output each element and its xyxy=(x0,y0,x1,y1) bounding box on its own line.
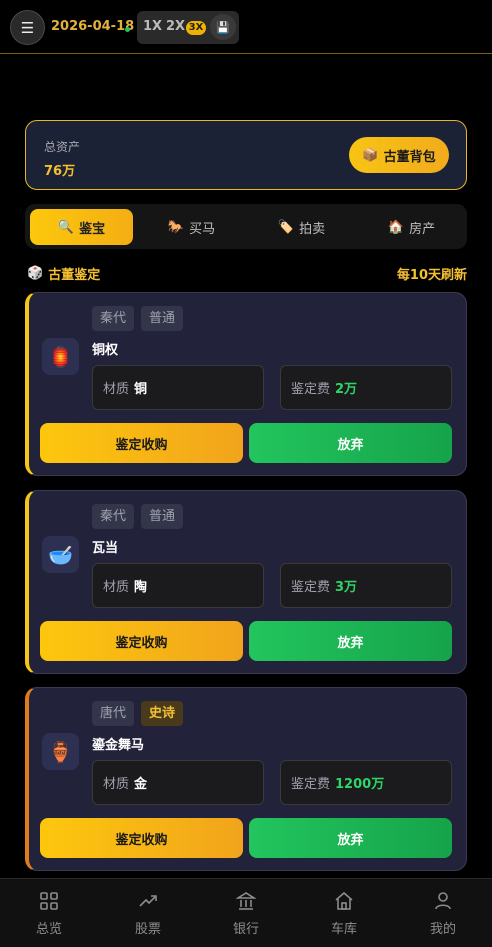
material-value: 铜 xyxy=(134,382,148,397)
save-button[interactable]: 💾 xyxy=(210,14,236,40)
nav-label: 银行 xyxy=(232,922,259,937)
nav-garage[interactable]: 车库 xyxy=(314,891,374,937)
lantern-icon: 🏮 xyxy=(48,344,73,369)
fee-field: 鉴定费 1200万 xyxy=(280,760,452,805)
speed-control: 1X 2X 3X 💾 xyxy=(137,11,239,44)
tab-label: 买马 xyxy=(189,221,216,237)
item-name: 铜权 xyxy=(92,343,119,358)
package-icon: 📦 xyxy=(362,147,379,163)
speed-2x-button[interactable]: 2X xyxy=(166,19,185,34)
fee-field: 鉴定费 2万 xyxy=(280,365,452,410)
user-icon xyxy=(435,892,451,910)
item-thumbnail: 🏺 xyxy=(42,733,79,770)
material-label: 材质 xyxy=(103,382,130,397)
material-label: 材质 xyxy=(103,777,130,792)
status-dot xyxy=(125,27,130,32)
skip-button[interactable]: 放弃 xyxy=(249,621,452,661)
trend-up-icon xyxy=(139,895,157,907)
antique-card: 🥣 秦代 普通 瓦当 材质 陶 鉴定费 3万 鉴定收购 放弃 xyxy=(25,490,467,674)
garage-icon xyxy=(335,891,353,910)
bank-icon xyxy=(236,892,256,910)
grade-tag: 普通 xyxy=(141,306,184,331)
refresh-note: 每10天刷新 xyxy=(396,268,467,283)
item-thumbnail: 🥣 xyxy=(42,536,79,573)
tab-appraisal[interactable]: 🔍 鉴宝 xyxy=(30,209,133,245)
era-tag: 秦代 xyxy=(92,504,135,529)
appraise-buy-button[interactable]: 鉴定收购 xyxy=(40,818,243,858)
skip-button[interactable]: 放弃 xyxy=(249,818,452,858)
nav-label: 我的 xyxy=(429,922,456,937)
tab-label: 鉴宝 xyxy=(79,221,106,237)
material-field: 材质 金 xyxy=(92,760,264,805)
material-field: 材质 铜 xyxy=(92,365,264,410)
tab-auction[interactable]: 🏷️ 拍卖 xyxy=(250,209,353,245)
section-title-text: 古董鉴定 xyxy=(48,268,101,283)
fee-label: 鉴定费 xyxy=(291,777,331,792)
asset-card: 总资产 76万 📦 古董背包 xyxy=(25,120,467,190)
fee-value: 3万 xyxy=(335,580,358,595)
material-label: 材质 xyxy=(103,580,130,595)
floppy-disk-icon: 💾 xyxy=(216,20,230,34)
game-date: 2026-04-18 xyxy=(51,19,135,34)
material-field: 材质 陶 xyxy=(92,563,264,608)
nav-label: 股票 xyxy=(134,922,161,937)
appraise-buy-button[interactable]: 鉴定收购 xyxy=(40,423,243,463)
fee-value: 1200万 xyxy=(335,777,385,792)
bottom-nav: 总览 股票 银行 车库 我的 xyxy=(0,878,492,947)
nav-overview[interactable]: 总览 xyxy=(19,891,79,937)
nav-profile[interactable]: 我的 xyxy=(413,891,473,937)
nav-label: 车库 xyxy=(330,922,357,937)
tab-buy-horse[interactable]: 🐎 买马 xyxy=(140,209,243,245)
appraise-buy-button[interactable]: 鉴定收购 xyxy=(40,621,243,661)
tab-label: 拍卖 xyxy=(299,221,326,237)
nav-label: 总览 xyxy=(35,922,62,937)
antique-bag-label: 古董背包 xyxy=(383,149,436,165)
fee-value: 2万 xyxy=(335,382,358,397)
section-title: 🎲 古董鉴定 xyxy=(27,264,100,283)
item-thumbnail: 🏮 xyxy=(42,338,79,375)
nav-stocks[interactable]: 股票 xyxy=(118,891,178,937)
material-value: 陶 xyxy=(134,580,148,595)
skip-button[interactable]: 放弃 xyxy=(249,423,452,463)
top-bar: ☰ 2026-04-18 1X 2X 3X 💾 xyxy=(0,0,492,54)
bowl-icon: 🥣 xyxy=(48,542,73,567)
menu-button[interactable]: ☰ xyxy=(10,10,45,45)
dice-icon: 🎲 xyxy=(27,266,44,281)
antique-card: 🏺 唐代 史诗 鎏金舞马 材质 金 鉴定费 1200万 鉴定收购 放弃 xyxy=(25,687,467,871)
grade-tag: 史诗 xyxy=(141,701,184,726)
category-tabs: 🔍 鉴宝 🐎 买马 🏷️ 拍卖 🏠 房产 xyxy=(25,204,467,249)
antique-bag-button[interactable]: 📦 古董背包 xyxy=(349,137,449,173)
amphora-icon: 🏺 xyxy=(48,739,73,764)
price-tag-icon: 🏷️ xyxy=(277,219,295,235)
grade-tag: 普通 xyxy=(141,504,184,529)
era-tag: 秦代 xyxy=(92,306,135,331)
magnifier-icon: 🔍 xyxy=(57,219,75,235)
antique-card: 🏮 秦代 普通 铜权 材质 铜 鉴定费 2万 鉴定收购 放弃 xyxy=(25,292,467,476)
horse-icon: 🐎 xyxy=(167,219,185,235)
house-icon: 🏠 xyxy=(387,219,405,235)
speed-1x-button[interactable]: 1X xyxy=(143,19,162,34)
tab-label: 房产 xyxy=(409,221,436,237)
nav-bank[interactable]: 银行 xyxy=(216,891,276,937)
item-name: 瓦当 xyxy=(92,541,119,556)
fee-label: 鉴定费 xyxy=(291,580,331,595)
era-tag: 唐代 xyxy=(92,701,135,726)
material-value: 金 xyxy=(134,777,148,792)
total-assets-label: 总资产 xyxy=(44,140,81,154)
total-assets-value: 76万 xyxy=(44,164,76,179)
item-name: 鎏金舞马 xyxy=(92,738,145,753)
grid-icon xyxy=(40,892,58,910)
tab-real-estate[interactable]: 🏠 房产 xyxy=(360,209,463,245)
fee-field: 鉴定费 3万 xyxy=(280,563,452,608)
hamburger-icon: ☰ xyxy=(20,18,35,37)
fee-label: 鉴定费 xyxy=(291,382,331,397)
speed-3x-button[interactable]: 3X xyxy=(186,21,206,35)
